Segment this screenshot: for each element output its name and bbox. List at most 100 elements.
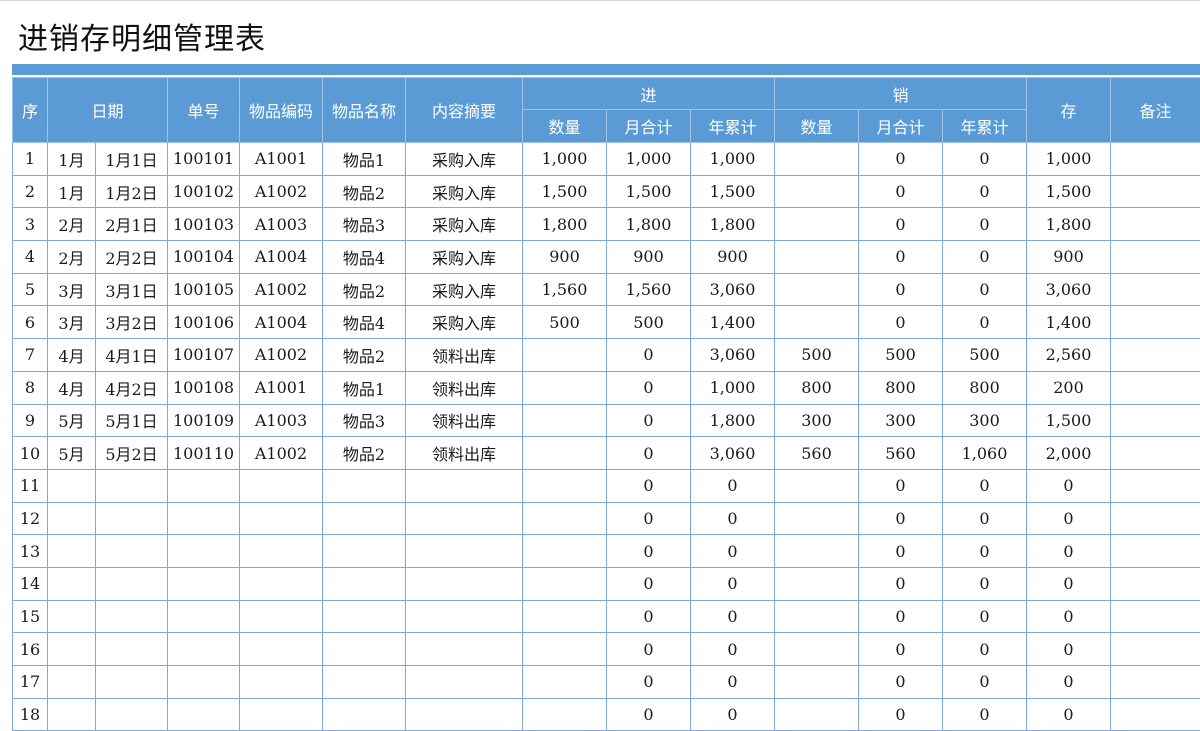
cell-doc-no[interactable]: 100106 xyxy=(167,305,241,340)
cell-in-year-total[interactable]: 1,500 xyxy=(690,174,776,209)
cell-item-name[interactable]: 物品2 xyxy=(322,272,407,307)
header-stock[interactable]: 存 xyxy=(1026,77,1112,143)
header-in-year-total[interactable]: 年累计 xyxy=(690,109,776,143)
cell-item-name[interactable] xyxy=(322,632,407,666)
cell-doc-no[interactable] xyxy=(167,697,241,731)
cell-in-qty[interactable]: 500 xyxy=(522,305,608,340)
cell-out-qty[interactable] xyxy=(774,534,860,568)
cell-date[interactable]: 2月1日 xyxy=(94,207,169,242)
cell-date[interactable] xyxy=(94,566,169,601)
cell-item-name[interactable] xyxy=(322,566,407,601)
cell-summary[interactable]: 领料出库 xyxy=(405,403,524,438)
cell-seq[interactable]: 2 xyxy=(12,174,48,209)
cell-in-month-total[interactable]: 1,000 xyxy=(606,142,692,176)
cell-in-year-total[interactable]: 0 xyxy=(690,468,776,503)
cell-in-month-total[interactable]: 0 xyxy=(606,534,692,568)
cell-doc-no[interactable]: 100104 xyxy=(167,240,241,274)
cell-out-qty[interactable]: 800 xyxy=(774,370,860,405)
cell-in-year-total[interactable]: 3,060 xyxy=(690,436,776,470)
cell-remark[interactable] xyxy=(1110,665,1200,699)
cell-seq[interactable]: 10 xyxy=(12,436,48,470)
cell-stock[interactable]: 1,500 xyxy=(1026,403,1112,438)
cell-item-code[interactable]: A1004 xyxy=(239,305,324,340)
cell-out-qty[interactable] xyxy=(774,501,860,536)
cell-item-code[interactable]: A1002 xyxy=(239,436,324,470)
cell-stock[interactable]: 1,500 xyxy=(1026,174,1112,209)
cell-month[interactable]: 5月 xyxy=(47,403,96,438)
cell-in-month-total[interactable]: 1,800 xyxy=(606,207,692,242)
cell-summary[interactable]: 采购入库 xyxy=(405,207,524,242)
cell-summary[interactable] xyxy=(405,632,524,666)
cell-month[interactable]: 4月 xyxy=(47,370,96,405)
cell-out-year-total[interactable]: 300 xyxy=(942,403,1028,438)
cell-date[interactable]: 5月2日 xyxy=(94,436,169,470)
header-in-qty[interactable]: 数量 xyxy=(522,109,608,143)
cell-month[interactable] xyxy=(47,599,96,634)
cell-in-month-total[interactable]: 1,500 xyxy=(606,174,692,209)
cell-seq[interactable]: 6 xyxy=(12,305,48,340)
cell-item-code[interactable] xyxy=(239,566,324,601)
cell-out-month-total[interactable]: 560 xyxy=(858,436,944,470)
cell-seq[interactable]: 8 xyxy=(12,370,48,405)
cell-out-month-total[interactable]: 0 xyxy=(858,501,944,536)
cell-remark[interactable] xyxy=(1110,370,1200,405)
cell-in-year-total[interactable]: 0 xyxy=(690,599,776,634)
cell-out-year-total[interactable]: 0 xyxy=(942,174,1028,209)
cell-summary[interactable] xyxy=(405,468,524,503)
cell-date[interactable] xyxy=(94,599,169,634)
cell-out-qty[interactable] xyxy=(774,665,860,699)
cell-in-qty[interactable]: 1,800 xyxy=(522,207,608,242)
cell-summary[interactable]: 领料出库 xyxy=(405,370,524,405)
cell-item-code[interactable] xyxy=(239,501,324,536)
cell-seq[interactable]: 17 xyxy=(12,665,48,699)
cell-stock[interactable]: 2,000 xyxy=(1026,436,1112,470)
cell-item-name[interactable] xyxy=(322,697,407,731)
cell-out-year-total[interactable]: 500 xyxy=(942,338,1028,372)
header-out-month-total[interactable]: 月合计 xyxy=(858,109,944,143)
cell-in-qty[interactable] xyxy=(522,436,608,470)
header-summary[interactable]: 内容摘要 xyxy=(405,77,524,143)
cell-month[interactable]: 3月 xyxy=(47,272,96,307)
cell-in-month-total[interactable]: 900 xyxy=(606,240,692,274)
cell-item-name[interactable]: 物品2 xyxy=(322,436,407,470)
cell-in-year-total[interactable]: 3,060 xyxy=(690,272,776,307)
cell-out-year-total[interactable]: 0 xyxy=(942,468,1028,503)
cell-seq[interactable]: 1 xyxy=(12,142,48,176)
cell-out-year-total[interactable]: 0 xyxy=(942,501,1028,536)
cell-out-year-total[interactable]: 0 xyxy=(942,272,1028,307)
cell-month[interactable]: 2月 xyxy=(47,240,96,274)
cell-item-name[interactable]: 物品4 xyxy=(322,305,407,340)
cell-doc-no[interactable] xyxy=(167,468,241,503)
cell-seq[interactable]: 4 xyxy=(12,240,48,274)
cell-summary[interactable] xyxy=(405,501,524,536)
cell-out-year-total[interactable]: 0 xyxy=(942,240,1028,274)
cell-stock[interactable]: 0 xyxy=(1026,468,1112,503)
cell-remark[interactable] xyxy=(1110,403,1200,438)
cell-out-qty[interactable] xyxy=(774,142,860,176)
cell-month[interactable]: 2月 xyxy=(47,207,96,242)
cell-out-year-total[interactable]: 0 xyxy=(942,534,1028,568)
cell-out-qty[interactable] xyxy=(774,305,860,340)
cell-out-month-total[interactable]: 0 xyxy=(858,240,944,274)
cell-item-code[interactable]: A1002 xyxy=(239,338,324,372)
cell-remark[interactable] xyxy=(1110,534,1200,568)
cell-out-month-total[interactable]: 0 xyxy=(858,142,944,176)
cell-item-code[interactable]: A1001 xyxy=(239,142,324,176)
cell-out-year-total[interactable]: 0 xyxy=(942,632,1028,666)
cell-item-name[interactable]: 物品3 xyxy=(322,207,407,242)
cell-item-name[interactable] xyxy=(322,599,407,634)
cell-summary[interactable]: 采购入库 xyxy=(405,142,524,176)
cell-item-code[interactable] xyxy=(239,534,324,568)
cell-stock[interactable]: 0 xyxy=(1026,599,1112,634)
cell-summary[interactable] xyxy=(405,697,524,731)
cell-doc-no[interactable] xyxy=(167,632,241,666)
cell-stock[interactable]: 0 xyxy=(1026,566,1112,601)
cell-item-name[interactable]: 物品4 xyxy=(322,240,407,274)
cell-month[interactable] xyxy=(47,501,96,536)
cell-out-month-total[interactable]: 0 xyxy=(858,174,944,209)
cell-item-code[interactable]: A1004 xyxy=(239,240,324,274)
cell-in-qty[interactable]: 1,500 xyxy=(522,174,608,209)
cell-in-month-total[interactable]: 0 xyxy=(606,436,692,470)
cell-date[interactable]: 3月2日 xyxy=(94,305,169,340)
cell-month[interactable]: 4月 xyxy=(47,338,96,372)
